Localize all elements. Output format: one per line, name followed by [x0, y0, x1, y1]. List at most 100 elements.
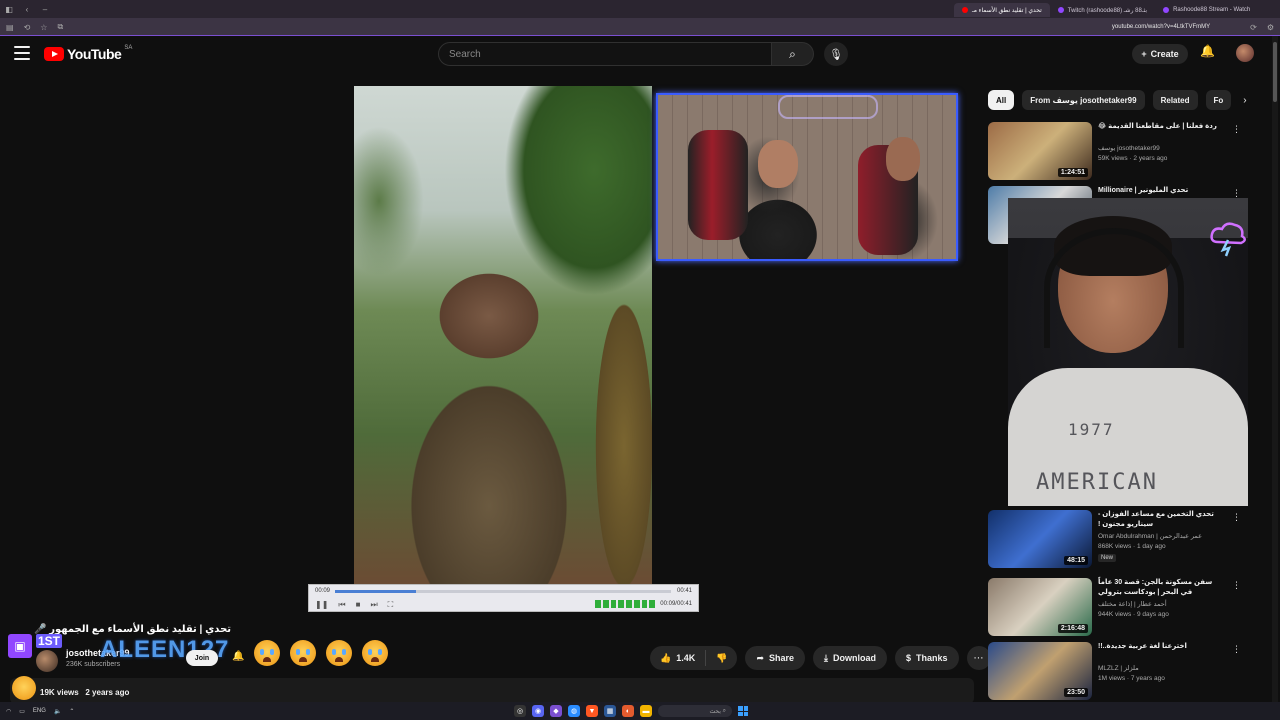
download-button[interactable]: ⤓ Download: [813, 646, 887, 670]
video-title: تحدي | تقليد نطق الأسماء مع الجمهور 🎤: [34, 624, 232, 635]
video-actions: 👍 1.4K 👎 ➦ Share ⤓ Download $ Thanks ⋯: [650, 646, 991, 670]
battery-icon[interactable]: ▭: [19, 708, 25, 715]
scrollbar-thumb[interactable]: [1273, 42, 1277, 102]
next-icon[interactable]: ⏭: [370, 600, 377, 610]
cloud-lightning-icon: [1210, 222, 1246, 257]
recommended-channel[interactable]: Omar Abdulrahman | عمر عبدالرحمن: [1098, 532, 1202, 540]
tab-twitch-1[interactable]: Twitch (rashoode88) بثـ88 رشـ: [1050, 3, 1155, 17]
back-icon[interactable]: ‹: [18, 5, 36, 14]
notifications-icon[interactable]: 🔔: [1200, 44, 1215, 58]
join-button[interactable]: Join: [186, 650, 218, 666]
share-label: Share: [769, 653, 795, 663]
recommended-title[interactable]: ردة فعلنا | على مقاطعنا القديمة 😂: [1098, 122, 1222, 132]
video-thumbnail[interactable]: 48:15: [988, 510, 1092, 568]
emoji-avatar-icon: [12, 676, 36, 700]
recommended-title[interactable]: اخترعنا لغة عربية جديدة..!!: [1098, 642, 1222, 652]
time-current: 00:09: [315, 588, 331, 594]
taskbar-apps: ◎ ◉ ◆ ◍ ▼ ▦ ◐ ▬ بحث ⌕: [514, 705, 748, 717]
bookmark-icon[interactable]: ☆: [40, 23, 47, 32]
brave-icon[interactable]: ▼: [586, 705, 598, 717]
channel-avatar[interactable]: [36, 650, 58, 672]
like-button[interactable]: 👍 1.4K: [650, 650, 707, 666]
stop-icon[interactable]: ■: [356, 600, 361, 610]
recommended-video[interactable]: 2:16:48 سفن مسكونة بالجن: قصة 30 عاماً ف…: [988, 578, 1248, 638]
recommended-title[interactable]: سفن مسكونة بالجن: قصة 30 عاماً في البحر …: [1098, 578, 1222, 598]
description-box[interactable]: [10, 678, 974, 704]
chevron-up-icon[interactable]: ⌃: [69, 708, 74, 715]
search-button[interactable]: ⌕: [772, 42, 814, 66]
seek-bar[interactable]: [335, 590, 671, 593]
minimize-icon[interactable]: –: [36, 5, 54, 14]
taskbar-search[interactable]: بحث ⌕: [658, 705, 732, 717]
recommended-channel[interactable]: يوسف josothetaker99: [1098, 144, 1160, 152]
share-button[interactable]: ➦ Share: [745, 646, 806, 670]
video-thumbnail[interactable]: 2:16:48: [988, 578, 1092, 636]
chrome-icon[interactable]: ◍: [568, 705, 580, 717]
sidebar-toggle-icon[interactable]: ▤: [6, 23, 14, 32]
more-vertical-icon[interactable]: ⋮: [1232, 580, 1241, 591]
taskbar-search-label: بحث: [709, 708, 721, 715]
reload-icon[interactable]: ⟳: [1250, 23, 1257, 32]
more-vertical-icon[interactable]: ⋮: [1232, 644, 1241, 655]
view-count: 19K views: [40, 688, 79, 697]
more-vertical-icon[interactable]: ⋮: [1232, 124, 1241, 135]
youtube-logo[interactable]: YouTube SA: [44, 45, 132, 62]
url-field[interactable]: youtube.com/watch?v=4LtkTVFmMY: [1112, 24, 1210, 30]
fullscreen-icon[interactable]: ⛶: [388, 600, 394, 610]
gaming-chair: [688, 130, 748, 240]
app-icon[interactable]: ◆: [550, 705, 562, 717]
tab-youtube[interactable]: تحدي | تقليد نطق الأسماء مـ: [954, 3, 1050, 17]
history-icon[interactable]: ⟲: [24, 23, 31, 32]
thanks-button[interactable]: $ Thanks: [895, 646, 959, 670]
pause-icon[interactable]: ❚❚: [315, 600, 328, 610]
video-player[interactable]: [354, 86, 652, 584]
windows-start-icon[interactable]: [738, 706, 748, 716]
extensions-icon[interactable]: ⧉: [57, 22, 63, 32]
more-vertical-icon[interactable]: ⋮: [1232, 512, 1241, 523]
emote-row: [254, 640, 388, 666]
create-label: Create: [1150, 49, 1179, 59]
discord-icon[interactable]: ◉: [532, 705, 544, 717]
calendar-icon[interactable]: ▦: [604, 705, 616, 717]
page-scrollbar[interactable]: [1272, 36, 1278, 702]
chip-all[interactable]: All: [988, 90, 1015, 110]
language-indicator[interactable]: ENG: [33, 708, 46, 715]
tray-left: ◠ ▭ ENG 🔈 ⌃: [6, 708, 74, 715]
previous-icon[interactable]: ⏮: [338, 600, 345, 610]
account-avatar[interactable]: [1236, 44, 1254, 62]
browser-menu-icon[interactable]: ◧: [0, 5, 18, 14]
video-thumbnail[interactable]: 23:50: [988, 642, 1092, 700]
more-actions-button[interactable]: ⋯: [966, 646, 991, 670]
recommended-video[interactable]: 1:24:51 ردة فعلنا | على مقاطعنا القديمة …: [988, 122, 1248, 182]
recommended-video[interactable]: 48:15 تحدي التخمين مع مساعد الفوزان - سي…: [988, 510, 1248, 570]
tab-twitch-2[interactable]: Rashoode88 Stream - Watch: [1155, 3, 1258, 17]
recommended-title[interactable]: تحدي التخمين مع مساعد الفوزان - سيناريو …: [1098, 510, 1222, 530]
search-input[interactable]: Search: [438, 42, 772, 66]
youtube-favicon-icon: [962, 7, 968, 13]
task-view-icon[interactable]: ◎: [514, 705, 526, 717]
recommended-channel[interactable]: MLZLZ | ملزلز: [1098, 664, 1139, 672]
volume-icon[interactable]: 🔈: [54, 708, 61, 715]
chip-related[interactable]: Related: [1152, 90, 1198, 110]
video-thumbnail[interactable]: 1:24:51: [988, 122, 1092, 180]
chip-more[interactable]: Fo: [1205, 90, 1232, 110]
firefox-icon[interactable]: ◐: [622, 705, 634, 717]
chip-from-channel[interactable]: From يوسف josothetaker99: [1022, 90, 1145, 110]
recommended-video[interactable]: 23:50 اخترعنا لغة عربية جديدة..!! MLZLZ …: [988, 642, 1248, 702]
chevron-right-icon[interactable]: ›: [1243, 95, 1246, 106]
create-button[interactable]: + Create: [1132, 44, 1188, 64]
menu-icon[interactable]: [14, 46, 30, 60]
recommended-channel[interactable]: أحمد عطار | إذاعة مختلف: [1098, 600, 1167, 608]
volume-meter[interactable]: [595, 600, 655, 608]
crying-emoji-icon: [290, 640, 316, 666]
settings-icon[interactable]: ⚙: [1267, 23, 1274, 32]
voice-search-button[interactable]: 🎙: [824, 42, 848, 66]
wifi-icon[interactable]: ◠: [6, 708, 11, 715]
recommended-title[interactable]: تحدي المليونير | Millionaire: [1098, 186, 1222, 196]
media-controls: ❚❚ ⏮ ■ ⏭ ⛶: [315, 600, 393, 610]
subscribe-bell-icon[interactable]: 🔔: [232, 651, 244, 662]
dislike-button[interactable]: 👎: [706, 653, 737, 664]
filter-chips: All From يوسف josothetaker99 Related Fo …: [988, 90, 1247, 110]
os-taskbar: ◠ ▭ ENG 🔈 ⌃ ◎ ◉ ◆ ◍ ▼ ▦ ◐ ▬ بحث ⌕: [0, 702, 1280, 720]
file-explorer-icon[interactable]: ▬: [640, 705, 652, 717]
